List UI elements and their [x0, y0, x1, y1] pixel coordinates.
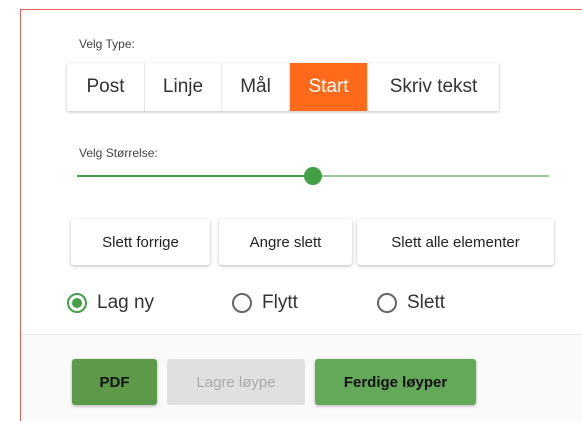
delete-all-button[interactable]: Slett alle elementer [357, 219, 554, 265]
undo-last-button[interactable]: Slett forrige [71, 219, 210, 265]
slider-fill [77, 175, 313, 177]
mode-radio-lag-ny[interactable]: Lag ny [67, 292, 154, 314]
type-option-linje[interactable]: Linje [145, 63, 222, 111]
type-option-start[interactable]: Start [290, 63, 368, 111]
radio-checked-icon [67, 293, 87, 313]
size-label: Velg Størrelse: [79, 146, 158, 160]
type-selector: Post Linje Mål Start Skriv tekst [67, 63, 499, 111]
type-option-skriv-tekst[interactable]: Skriv tekst [368, 63, 499, 111]
radio-unchecked-icon [232, 293, 252, 313]
type-option-post[interactable]: Post [67, 63, 145, 111]
mode-radio-slett[interactable]: Slett [377, 292, 445, 314]
mode-radio-flytt[interactable]: Flytt [232, 292, 298, 314]
finished-courses-button[interactable]: Ferdige løyper [315, 359, 476, 405]
size-slider[interactable] [77, 166, 549, 186]
type-label: Velg Type: [79, 37, 135, 51]
mode-label-flytt: Flytt [262, 292, 298, 313]
type-option-maal[interactable]: Mål [222, 63, 290, 111]
save-course-button[interactable]: Lagre løype [167, 359, 305, 405]
slider-thumb[interactable] [304, 167, 322, 185]
mode-label-lag-ny: Lag ny [97, 292, 155, 313]
radio-unchecked-icon [377, 293, 397, 313]
mode-label-slett: Slett [407, 292, 446, 313]
pdf-button[interactable]: PDF [72, 359, 157, 405]
redo-delete-button[interactable]: Angre slett [219, 219, 352, 265]
divider [21, 334, 582, 335]
